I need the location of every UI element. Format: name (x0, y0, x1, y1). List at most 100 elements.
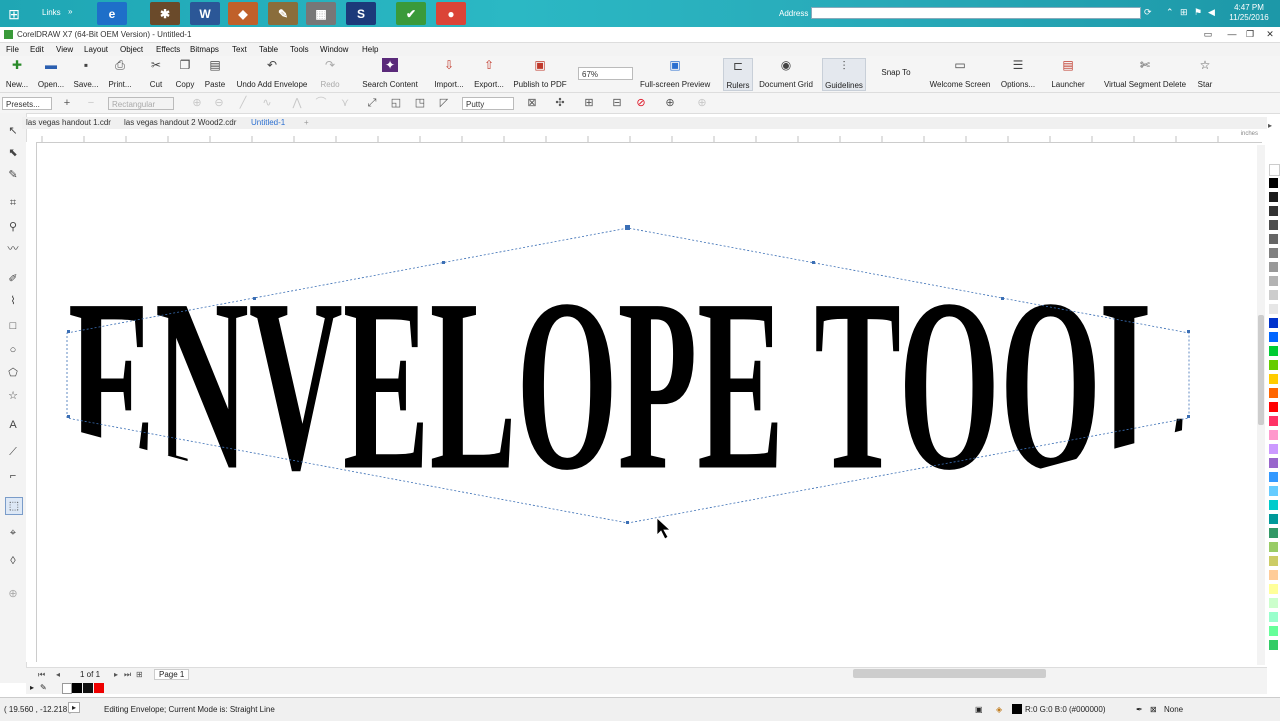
palette-swatch[interactable] (1269, 444, 1278, 454)
menu-layout[interactable]: Layout (84, 45, 108, 54)
copy-button[interactable]: ❐ Copy (172, 58, 198, 89)
envelope-straight-line-icon[interactable]: ⤢ (365, 96, 379, 110)
delete-node-icon[interactable]: ⊖ (212, 96, 226, 110)
palette-swatch[interactable] (1269, 262, 1278, 272)
export-button[interactable]: ⇧ Export... (472, 58, 506, 89)
crop-tool-icon[interactable]: ⌗ (5, 195, 21, 211)
palette-swatch[interactable] (1269, 276, 1278, 286)
copy-envelope-icon[interactable]: ✣ (553, 96, 567, 110)
help-ribbon-icon[interactable]: ▭ (1198, 28, 1218, 40)
volume-icon[interactable]: ◀ (1208, 7, 1215, 18)
printer-icon[interactable]: ▦ (306, 2, 336, 25)
palette-arrow-icon[interactable]: ▸ (30, 683, 34, 692)
envelope-node[interactable] (1001, 297, 1004, 300)
palette-swatch[interactable] (1269, 598, 1278, 608)
envelope-unconstrained-icon[interactable]: ◸ (437, 96, 451, 110)
menu-bitmaps[interactable]: Bitmaps (190, 45, 219, 54)
palette-swatch[interactable] (1269, 640, 1278, 650)
undo-button[interactable]: ↶ Undo Add Envelope (235, 58, 309, 89)
virtual-segment-delete-button[interactable]: ✄ Virtual Segment Delete (1103, 58, 1187, 89)
menu-effects[interactable]: Effects (156, 45, 180, 54)
coreldraw-icon[interactable]: ✔ (396, 2, 426, 25)
document-grid-button[interactable]: ◉ Document Grid (757, 58, 815, 89)
palette-swatch[interactable] (1269, 192, 1278, 202)
palette-swatch[interactable] (1269, 304, 1278, 314)
first-page-icon[interactable]: ⏮ (38, 670, 45, 680)
address-input[interactable] (811, 7, 1141, 19)
red-swatch[interactable] (94, 683, 104, 693)
coreldraw-tool-icon[interactable]: ✱ (150, 2, 180, 25)
new-button[interactable]: ✚ New... (5, 58, 29, 89)
menu-object[interactable]: Object (120, 45, 143, 54)
no-envelope-icon[interactable]: ⊘ (634, 96, 648, 110)
fill-bucket-icon[interactable]: ◈ (996, 705, 1002, 714)
palette-swatch[interactable] (1269, 486, 1278, 496)
add-page-icon[interactable]: ⊞ (136, 670, 143, 679)
palette-swatch[interactable] (1269, 332, 1278, 342)
freehand-tool-icon[interactable]: 〰 (5, 241, 21, 257)
flag-icon[interactable]: ⚑ (1194, 7, 1202, 18)
palette-swatch[interactable] (1269, 556, 1278, 566)
print-button[interactable]: ⎙ Print... (106, 58, 134, 89)
vertical-scroll-thumb[interactable] (1258, 315, 1264, 425)
palette-swatch[interactable] (1269, 374, 1278, 384)
new-tab-button[interactable]: + (304, 118, 309, 127)
redo-button[interactable]: ↷ Redo (316, 58, 344, 89)
search-content-button[interactable]: ✦ Search Content (360, 58, 420, 89)
vertical-scrollbar[interactable] (1257, 145, 1265, 665)
network-icon[interactable]: ⊞ (1180, 7, 1188, 18)
create-envelope-from-icon[interactable]: ⊞ (582, 96, 596, 110)
smart-fill-icon[interactable]: ⌇ (5, 293, 21, 309)
outline-pen-icon[interactable]: ✒ (1136, 705, 1143, 714)
smear-tool-icon[interactable]: ✎ (5, 167, 21, 183)
menu-window[interactable]: Window (320, 45, 348, 54)
ellipse-tool-icon[interactable]: ○ (5, 342, 21, 358)
welcome-screen-button[interactable]: ▭ Welcome Screen (929, 58, 991, 89)
zoom-tool-icon[interactable]: ⚲ (5, 219, 21, 235)
menu-edit[interactable]: Edit (30, 45, 44, 54)
publish-pdf-button[interactable]: ▣ Publish to PDF (512, 58, 568, 89)
palette-swatch[interactable] (1269, 458, 1278, 468)
fill-indicator-icon[interactable]: ▣ (975, 705, 983, 714)
page-tab[interactable]: Page 1 (154, 669, 190, 680)
menu-tools[interactable]: Tools (290, 45, 309, 54)
horizontal-scroll-thumb[interactable] (853, 669, 1046, 678)
palette-swatch[interactable] (1269, 206, 1278, 216)
word-icon[interactable]: W (190, 2, 220, 25)
add-tool-icon[interactable]: ⊕ (5, 586, 21, 602)
presets-select[interactable]: Presets... (2, 97, 52, 110)
palette-swatch[interactable] (1269, 388, 1278, 398)
palette-swatch[interactable] (1269, 570, 1278, 580)
vertical-ruler[interactable] (26, 142, 37, 662)
zoom-level-select[interactable]: 67% (578, 67, 633, 80)
shape-tool-icon[interactable]: ⬉ (5, 145, 21, 161)
palette-swatch[interactable] (1269, 248, 1278, 258)
internet-explorer-icon[interactable]: e (97, 2, 127, 25)
add-icon[interactable]: ⊕ (695, 96, 709, 110)
windows-start-icon[interactable]: ⊞ (6, 6, 22, 22)
artistic-media-icon[interactable]: ✐ (5, 271, 21, 287)
chrome-icon[interactable]: ● (436, 2, 466, 25)
palette-swatch[interactable] (1269, 178, 1278, 188)
save-button[interactable]: ▪ Save... (72, 58, 100, 89)
star-tool-icon[interactable]: ☆ (5, 388, 21, 404)
paste-button[interactable]: ▤ Paste (202, 58, 228, 89)
tab-las-vegas-handout-2[interactable]: las vegas handout 2 Wood2.cdr (124, 118, 236, 127)
black-swatch[interactable] (72, 683, 82, 693)
add-preset-icon[interactable]: + (60, 96, 74, 110)
rulers-button[interactable]: ⊏ Rulers (723, 58, 753, 91)
import-button[interactable]: ⇩ Import... (432, 58, 466, 89)
envelope-node[interactable] (625, 225, 630, 230)
cusp-node-icon[interactable]: ⋀ (290, 96, 304, 110)
envelope-node[interactable] (626, 521, 629, 524)
envelope-node[interactable] (1187, 415, 1190, 418)
menu-view[interactable]: View (56, 45, 73, 54)
envelope-node[interactable] (67, 415, 70, 418)
to-line-icon[interactable]: ╱ (236, 96, 250, 110)
fullscreen-preview-button[interactable]: ▣ Full-screen Preview (640, 58, 710, 89)
palette-swatch[interactable] (1269, 584, 1278, 594)
menu-text[interactable]: Text (232, 45, 247, 54)
target-icon[interactable]: ⊕ (663, 96, 677, 110)
snap-to-dropdown[interactable]: Snap To (874, 68, 918, 77)
polygon-tool-icon[interactable]: ⬠ (5, 365, 21, 381)
